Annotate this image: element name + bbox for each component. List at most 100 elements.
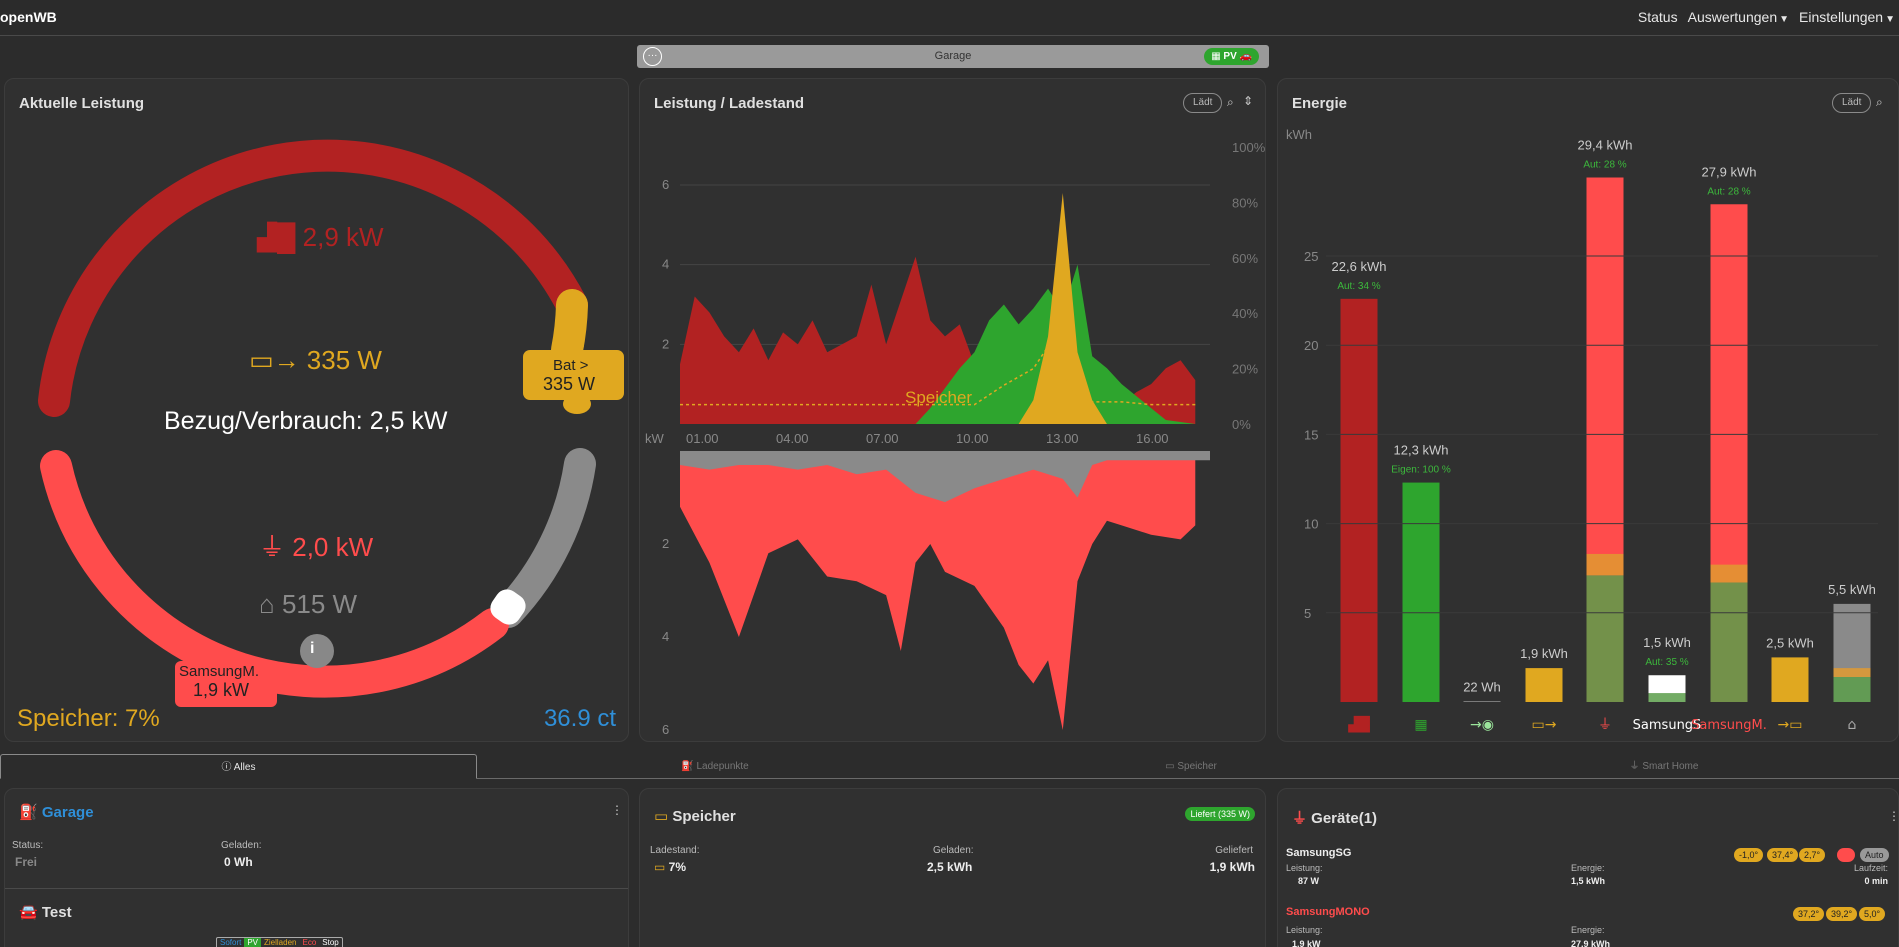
- energy-bar-battery-share: [1710, 564, 1748, 583]
- energy-card: Energie Lädt ⌕ kWh 5 10 15 20 25 22,6 kWh Aut:…: [1277, 78, 1899, 742]
- tab-chargepoints[interactable]: ⛽ Ladepunkte: [477, 754, 953, 779]
- soc-tick-label: 100%: [1232, 140, 1266, 155]
- mode-selector: Sofort PV Zielladen Eco Stop: [216, 937, 343, 947]
- runtime-value: 0 min: [1864, 876, 1888, 886]
- status-label: Status:: [12, 840, 44, 851]
- energy-bar-pv-share: [1833, 677, 1871, 702]
- device-name: SamsungMONO: [1286, 906, 1370, 918]
- mode-stop[interactable]: Stop: [319, 938, 341, 947]
- chargepoint-bar[interactable]: ··· Garage ▦ PV 🚗: [637, 45, 1269, 68]
- tab-bar: ⓘ Alles ⛽ Ladepunkte ▭ Speicher ⏚ Smart …: [0, 754, 1899, 779]
- house-icon: ⌂: [259, 589, 282, 619]
- device-name: SamsungSG: [1286, 847, 1352, 859]
- tab-storage-label: Speicher: [1177, 761, 1217, 772]
- energy-value: 27,9 kWh: [1571, 939, 1611, 947]
- energy-chart: 5 10 15 20 25 22,6 kWh Aut: 34 % 12,3 kWh Eigen:…: [1304, 138, 1878, 733]
- charge-arc: [40, 450, 509, 698]
- mode-badge[interactable]: Auto: [1860, 848, 1889, 862]
- charge-power: ⏚ 2,0 kW: [259, 527, 373, 564]
- nav-settings[interactable]: Einstellungen ▼: [1799, 9, 1895, 25]
- charge-mode-badge[interactable]: ▦ PV 🚗: [1204, 48, 1259, 65]
- solar-panel-icon: ▦: [1211, 51, 1224, 62]
- y-tick-label: 5: [1304, 606, 1311, 621]
- storage-soc: Speicher: 7%: [17, 705, 160, 732]
- house-power-value: 515 W: [281, 589, 358, 619]
- nav-evaluations[interactable]: Auswertungen ▼: [1688, 9, 1789, 25]
- storage-delivered-value: 1,9 kWh: [1209, 860, 1255, 874]
- storage-card-header: ▭ Speicher: [654, 807, 736, 825]
- nav-settings-label: Einstellungen: [1799, 9, 1884, 25]
- soc-label: Ladestand:: [650, 845, 700, 856]
- battery-discharge-icon: →▭: [1778, 717, 1803, 733]
- charging-station-icon: ⛽: [681, 761, 697, 772]
- bar-autarky-label: Aut: 35 %: [1645, 657, 1688, 668]
- brand-logo[interactable]: openWB: [0, 9, 57, 25]
- mode-sofort[interactable]: Sofort: [217, 938, 244, 947]
- temp-badge-2: 37,4°: [1767, 848, 1799, 862]
- devices-card: ⏚ Geräte(1) ⋮ SamsungSG -1,0° 37,4° 2,7°…: [1277, 788, 1899, 947]
- storage-status-badge: Liefert (335 W): [1185, 807, 1255, 821]
- charge-mode-label: PV: [1223, 51, 1237, 62]
- mode-zielladen[interactable]: Zielladen: [261, 938, 299, 947]
- bar-value-label: 5,5 kWh: [1828, 582, 1876, 597]
- bar-value-label: 1,5 kWh: [1643, 635, 1691, 650]
- tab-storage[interactable]: ▭ Speicher: [953, 754, 1429, 779]
- tab-smarthome-label: Smart Home: [1642, 761, 1699, 772]
- y-unit-label: kW: [645, 431, 665, 446]
- battery-icon: ▭: [1165, 761, 1178, 772]
- battery-icon: ▭: [654, 808, 673, 825]
- plug-icon: ⏚: [1292, 810, 1312, 827]
- bat-marker-top: [556, 335, 584, 355]
- export-icon: →◉: [1470, 717, 1494, 733]
- device-marker-label-1: SamsungM.: [179, 663, 260, 680]
- vehicle-name: Test: [41, 904, 72, 921]
- devices-card-header: ⏚ Geräte(1): [1292, 807, 1377, 828]
- tab-all-label: Alles: [233, 762, 256, 773]
- soc-tick-label: 0%: [1232, 417, 1251, 432]
- info-icon[interactable]: i: [310, 640, 314, 658]
- plug-icon: ⏚: [1598, 717, 1612, 733]
- garage-card-header[interactable]: ⛽ Garage: [19, 803, 94, 821]
- bar-autarky-label: Eigen: 100 %: [1391, 465, 1451, 476]
- divider: [5, 888, 628, 889]
- energy-bar: [1525, 668, 1563, 702]
- consumption-summary: Bezug/Verbrauch: 2,5 kW: [164, 407, 448, 435]
- charge-power-value: 2,0 kW: [292, 532, 374, 562]
- caret-down-icon: ▼: [1885, 14, 1895, 25]
- charged-value: 0 Wh: [224, 855, 253, 869]
- info-icon: ⓘ: [221, 762, 234, 773]
- tab-smarthome[interactable]: ⏚ Smart Home: [1429, 754, 1899, 779]
- history-chart: 0% 20% 40% 60% 80% 100% 2 4 6 2 4 6 kW Speicher 01.00 0…: [645, 140, 1266, 737]
- mode-pv[interactable]: PV: [244, 938, 262, 947]
- toggle-off-icon[interactable]: [1837, 848, 1855, 862]
- bar-value-label: 29,4 kWh: [1578, 138, 1633, 153]
- tab-chargepoints-label: Ladepunkte: [696, 761, 749, 772]
- bar-value-label: 27,9 kWh: [1702, 164, 1757, 179]
- device-marker-label-2: 1,9 kW: [193, 680, 250, 700]
- nav-status[interactable]: Status: [1638, 9, 1678, 25]
- mode-eco[interactable]: Eco: [299, 938, 319, 947]
- bat-marker-label-1: Bat >: [553, 357, 589, 374]
- battery-power: ▭→ 335 W: [249, 345, 382, 376]
- bar-value-label: 22 Wh: [1463, 680, 1501, 695]
- factory-icon: ▟█: [1347, 715, 1370, 733]
- bat-marker-label-2: 335 W: [543, 374, 596, 394]
- soc-value-text: 7%: [668, 860, 687, 874]
- x-tick-label: 10.00: [956, 431, 989, 446]
- x-tick-label: 04.00: [776, 431, 809, 446]
- tab-all[interactable]: ⓘ Alles: [0, 754, 477, 779]
- navbar: openWB Status Auswertungen ▼ Einstellunge…: [0, 0, 1899, 36]
- temp-badge-1: 37,2°: [1793, 907, 1825, 921]
- vehicle-row[interactable]: 🚘 Test: [19, 903, 72, 921]
- battery-icon: ▭: [654, 860, 669, 874]
- bat-marker-bottom: [563, 394, 591, 414]
- charging-station-icon: ⛽: [19, 804, 42, 821]
- energy-bar-pv-share: [1586, 575, 1624, 702]
- menu-icon[interactable]: ⋮: [611, 803, 623, 817]
- menu-icon[interactable]: ⋮: [1888, 809, 1899, 823]
- y-tick-label: 2: [662, 336, 669, 351]
- storage-charged-value: 2,5 kWh: [927, 860, 973, 874]
- caret-down-icon: ▼: [1779, 14, 1790, 25]
- soc-tick-label: 40%: [1232, 306, 1258, 321]
- soc-value: ▭ 7%: [654, 860, 686, 874]
